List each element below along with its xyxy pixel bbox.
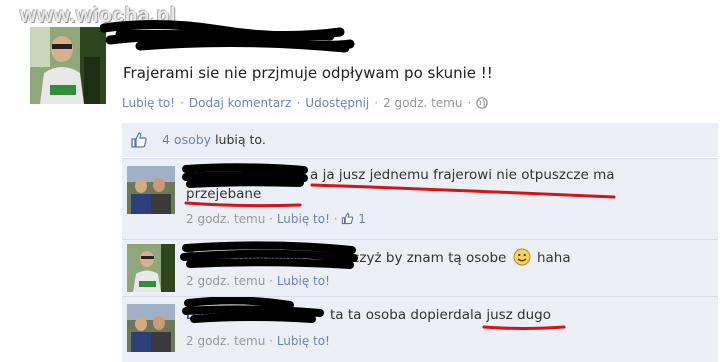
likes-count-link[interactable]: 4 osoby xyxy=(162,132,211,147)
comment-text: ta ta osoba dopierdala jusz dugo xyxy=(330,307,551,323)
comment-link[interactable]: Dodaj komentarz xyxy=(189,96,292,110)
comment-timestamp[interactable]: 2 godz. temu xyxy=(186,212,265,226)
comment-timestamp[interactable]: 2 godz. temu xyxy=(186,274,265,288)
separator-dot: · xyxy=(180,96,184,110)
comment-like-link[interactable]: Lubię to! xyxy=(277,212,330,226)
separator-dot: · xyxy=(374,96,379,110)
comment-item: Damian Kowalski ta ta osoba dopierdala j… xyxy=(122,296,718,362)
like-link[interactable]: Lubię to! xyxy=(122,96,175,110)
comment-author-avatar[interactable] xyxy=(127,304,175,352)
comment-text-main: czyż by znam tą osobe xyxy=(352,250,507,266)
comment-text-suffix: haha xyxy=(536,250,571,266)
comment-timestamp[interactable]: 2 godz. temu xyxy=(186,334,265,348)
comment-like-count[interactable]: 1 xyxy=(358,212,366,226)
comment-meta: 2 godz. temu · Lubię to! xyxy=(186,274,330,288)
comment-meta: 2 godz. temu · Lubię to! · 1 xyxy=(186,212,366,228)
comment-text: czyż by znam tą osobe haha xyxy=(352,248,571,270)
likes-summary: 4 osoby lubią to. xyxy=(122,123,718,157)
comment-item: Damian Kowalski a ja jusz jednemu frajer… xyxy=(122,158,718,239)
comment-like-link[interactable]: Lubię to! xyxy=(277,334,330,348)
thumbs-up-icon xyxy=(130,131,148,153)
comment-author-name[interactable]: Damian Kowalski xyxy=(186,167,293,182)
separator-dot: · xyxy=(467,96,472,110)
comment-meta: 2 godz. temu · Lubię to! xyxy=(186,334,330,348)
site-watermark: www.wiocha.pl xyxy=(20,4,177,27)
share-link[interactable]: Udostępnij xyxy=(305,96,369,110)
comment-author-name[interactable]: Tomasz Kochański xyxy=(186,248,303,263)
comment-author-name[interactable]: Damian Kowalski xyxy=(186,307,293,322)
separator-dot: · xyxy=(269,274,277,288)
separator-dot: · xyxy=(333,212,342,226)
comment-text: a ja jusz jednemu frajerowi nie otpuszcz… xyxy=(310,167,615,183)
comment-author-avatar[interactable] xyxy=(127,166,175,214)
comment-author-avatar[interactable] xyxy=(127,244,175,292)
post-timestamp[interactable]: 2 godz. temu xyxy=(383,96,462,110)
comment-text-continued: przejebane xyxy=(186,186,262,202)
thumbs-up-icon xyxy=(341,212,354,228)
separator-dot: · xyxy=(269,334,277,348)
comment-item: Tomasz Kochański czyż by znam tą osobe h… xyxy=(122,239,718,296)
smiley-icon xyxy=(513,248,531,270)
globe-icon[interactable] xyxy=(476,97,489,112)
post-text: Frajerami sie nie przjmuje odpływam po s… xyxy=(123,64,493,82)
separator-dot: · xyxy=(296,96,301,110)
likes-suffix: lubią to. xyxy=(215,132,266,147)
comment-like-link[interactable]: Lubię to! xyxy=(277,274,330,288)
separator-dot: · xyxy=(269,212,277,226)
post-author-name[interactable]: Tomasz Kochański xyxy=(124,28,250,44)
post-action-row: Lubię to! · Dodaj komentarz · Udostępnij · 2 g… xyxy=(122,96,489,112)
post-author-avatar[interactable] xyxy=(30,27,106,104)
